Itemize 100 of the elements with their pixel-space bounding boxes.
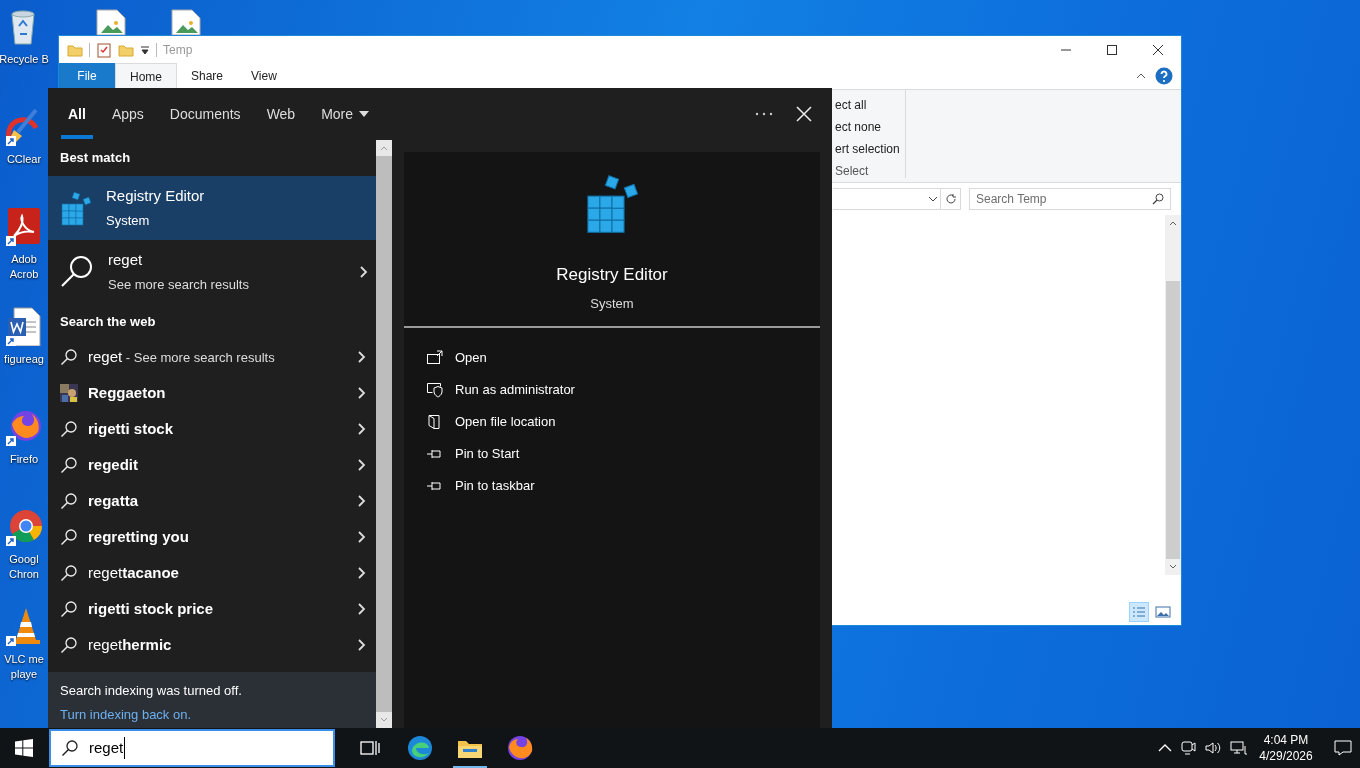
cubes-icon [60,189,92,226]
suggestion-item[interactable]: rigetti stock [48,411,376,447]
search-icon [60,254,94,289]
search-icon [60,420,78,438]
search-tab[interactable]: Web [258,88,304,140]
section-heading: Search the web [59,312,157,331]
icon-label[interactable]: Adob [9,252,39,267]
search-field[interactable]: reget [49,729,335,767]
ribbon-command[interactable]: ect all [835,94,897,116]
result-subtitle: System [106,212,151,230]
suggestion-text: regethermic [88,634,173,655]
indexing-link[interactable]: Turn indexing back on. [60,704,192,724]
shield-icon [426,382,443,398]
chevron-up-icon[interactable] [1158,743,1172,753]
action-item[interactable]: Open [404,342,820,374]
clock-time[interactable]: 4:04 PM [1256,732,1316,748]
suggestion-text: Reggaeton [88,382,167,403]
suggestion-item[interactable]: regethermic [48,627,376,663]
suggestion-item[interactable]: regettacanoe [48,555,376,591]
chevron-right-icon [358,603,366,615]
action-item[interactable]: Pin to Start [404,438,820,470]
ribbon-tab[interactable]: Home [115,63,177,89]
collapse-ribbon-icon[interactable] [1135,71,1147,81]
search-tab[interactable]: More [313,88,378,140]
chevron-right-icon [358,567,366,579]
result-item[interactable]: Registry Editor System [48,175,376,240]
windows-logo-icon [15,739,33,757]
scrollbar[interactable] [1165,215,1181,575]
icon-label[interactable]: VLC me [4,652,44,667]
speaker-icon[interactable] [1204,740,1222,756]
folder-location-icon [426,414,443,430]
ribbon-tab[interactable]: File [59,63,115,89]
action-item[interactable]: Run as administrator [404,374,820,406]
chevron-right-icon [358,423,366,435]
group-label: Select [835,163,870,180]
icon-label[interactable]: playe [4,667,44,682]
suggestion-text: rigetti stock price [88,598,215,619]
suggestion-item[interactable]: regatta [48,483,376,519]
suggestion-item[interactable]: reget - See more search results [48,339,376,375]
document-icon[interactable] [4,306,44,346]
search-icon [1152,193,1164,205]
chevron-right-icon [358,387,366,399]
action-item[interactable]: Pin to taskbar [404,470,820,502]
network-icon[interactable] [1230,740,1248,756]
refresh-icon[interactable] [944,193,957,205]
image-file-icon[interactable] [96,9,126,35]
icon-label[interactable]: Acrob [9,267,39,282]
search-icon [60,636,78,654]
search-field[interactable]: Search Temp [969,188,1171,210]
icon-label[interactable]: Firefo [9,452,39,467]
icon-label[interactable]: Recycle B [0,52,49,67]
task-view-icon [360,739,380,757]
dropdown-icon[interactable] [140,44,150,55]
section-heading: Best match [59,149,132,167]
address-field[interactable] [833,188,941,210]
close-icon [1153,44,1163,55]
notice-text: Search indexing was turned off. [60,682,243,700]
suggestion-item[interactable]: Reggaeton [48,375,376,411]
preview-title: Registry Editor [556,264,668,286]
preview-subtitle: System [590,294,634,313]
cubes-icon [584,172,640,234]
search-icon [61,739,79,757]
search-icon [60,600,78,618]
camera-icon[interactable] [1180,740,1196,756]
chevron-right-icon [358,459,366,471]
icon-label[interactable]: Googl [9,552,39,567]
image-file-icon[interactable] [171,9,201,35]
icon-label[interactable]: figureag [4,352,44,367]
suggestion-item[interactable]: regretting you [48,519,376,555]
ribbon-command[interactable]: ect none [835,116,897,138]
result-item[interactable]: reget See more search results [48,239,376,304]
search-icon [60,348,78,366]
action-item[interactable]: Open file location [404,406,820,438]
search-tab[interactable]: All [60,88,94,140]
chevron-down-icon [928,195,938,203]
ribbon-tab[interactable]: Share [177,63,238,89]
ribbon-command[interactable]: ert selection [835,138,897,160]
scrollbar-thumb[interactable] [1166,281,1180,559]
search-icon [60,564,78,582]
minimize-icon [1061,48,1071,51]
icon-label[interactable]: Chron [9,567,39,582]
ribbon-tab[interactable]: View [237,63,291,89]
result-title: Registry Editor [106,185,205,206]
checklist-icon[interactable] [96,41,112,58]
chevron-right-icon [358,531,366,543]
caret-icon [359,111,370,117]
chevron-right-icon [358,351,366,363]
icon-label[interactable]: CClear [6,152,42,167]
chevron-right-icon [358,639,366,651]
browser-icon [507,735,533,761]
suggestion-item[interactable]: regedit [48,447,376,483]
open-icon [426,350,443,366]
help-icon[interactable] [1155,67,1173,85]
suggestion-item[interactable]: rigetti stock price [48,591,376,627]
search-tab[interactable]: Documents [161,88,249,140]
window-title: Temp [163,41,193,59]
result-subtitle: See more search results [108,276,250,294]
clock-date[interactable]: 4/29/2026 [1256,748,1316,764]
search-icon [60,528,78,546]
search-tab[interactable]: Apps [103,88,152,140]
